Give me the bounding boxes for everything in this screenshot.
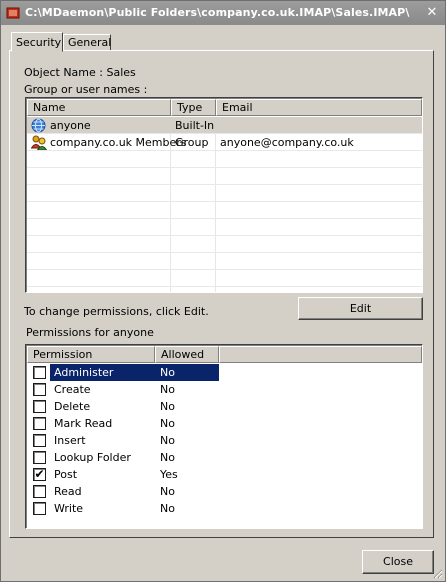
permission-checkbox[interactable] [33,434,46,447]
empty-row [27,219,422,236]
permission-row[interactable]: Insert No [27,432,219,449]
permission-row[interactable]: Write No [27,500,219,517]
tab-general[interactable]: General [63,34,111,51]
permission-row[interactable]: Create No [27,381,219,398]
resize-grip-icon[interactable] [431,567,443,579]
permission-checkbox[interactable]: ✔ [33,467,46,481]
title-bar[interactable]: C:\MDaemon\Public Folders\company.co.uk.… [1,1,445,25]
column-header-permission[interactable]: Permission [27,346,155,363]
permission-checkbox[interactable] [33,400,46,413]
permission-allowed: No [160,502,175,515]
empty-row [27,270,422,287]
permission-row[interactable]: Mark Read No [27,415,219,432]
user-type: Built-In [175,119,215,132]
permission-allowed: No [160,383,175,396]
user-email [216,117,220,134]
empty-row [27,151,422,168]
edit-hint: To change permissions, click Edit. [24,305,209,318]
permission-name: Create [54,383,91,396]
permission-allowed: No [160,417,175,430]
permission-checkbox[interactable] [33,502,46,515]
permission-name: Mark Read [54,417,113,430]
permission-checkbox[interactable] [33,451,46,464]
user-name: company.co.uk Members [50,136,187,149]
table-row[interactable]: company.co.uk Members Group anyone@compa… [27,134,422,151]
permission-name: Lookup Folder [54,451,131,464]
tab-general-label: General [68,36,112,49]
permissions-list[interactable]: Permission Allowed Administer No Create … [25,344,423,529]
column-header-filler [219,346,422,363]
column-header-email[interactable]: Email [216,99,422,116]
permission-name: Insert [54,434,86,447]
user-type: Group [175,136,209,149]
permission-allowed: No [160,400,175,413]
checkmark-icon: ✔ [34,467,45,481]
permission-name: Write [54,502,84,515]
folder-icon [6,7,20,19]
permission-allowed: No [160,451,175,464]
close-button[interactable]: Close [362,550,434,574]
column-header-type[interactable]: Type [171,99,216,116]
permissions-label: Permissions for anyone [26,326,154,339]
close-icon[interactable]: ✕ [423,4,441,22]
permission-checkbox[interactable] [33,383,46,396]
permission-row[interactable]: Administer No [27,364,219,381]
column-header-allowed[interactable]: Allowed [155,346,219,363]
permission-name: Delete [54,400,91,413]
permission-checkbox[interactable] [33,485,46,498]
empty-row [27,253,422,270]
empty-row [27,202,422,219]
permission-checkbox[interactable] [33,366,46,379]
permission-row[interactable]: Lookup Folder No [27,449,219,466]
group-label: Group or user names : [24,83,148,96]
table-row[interactable]: anyone Built-In [27,117,422,134]
permission-allowed: No [156,364,219,381]
permission-allowed: Yes [160,468,178,481]
security-panel: Object Name : Sales Group or user names … [9,50,434,538]
permission-name: Read [54,485,82,498]
user-email: anyone@company.co.uk [220,136,354,149]
group-icon [31,135,47,150]
permission-name: Post [54,468,78,481]
permission-checkbox[interactable] [33,417,46,430]
empty-row [27,236,422,253]
permission-row[interactable]: Read No [27,483,219,500]
user-name: anyone [50,119,91,132]
users-list[interactable]: Name Type Email anyone Built-In company.… [25,97,423,293]
permission-name: Administer [50,364,156,381]
tab-security-label: Security [16,36,62,49]
permission-allowed: No [160,434,175,447]
column-header-name[interactable]: Name [27,99,171,116]
empty-row [27,168,422,185]
window-title: C:\MDaemon\Public Folders\company.co.uk.… [25,6,410,19]
object-name-label: Object Name : Sales [24,66,136,79]
edit-button[interactable]: Edit [298,297,423,320]
permissions-dialog: C:\MDaemon\Public Folders\company.co.uk.… [0,0,446,582]
permission-row[interactable]: ✔ Post Yes [27,466,219,483]
permission-allowed: No [160,485,175,498]
empty-row [27,185,422,202]
tab-security[interactable]: Security [11,32,63,52]
globe-icon [31,118,46,133]
permission-row[interactable]: Delete No [27,398,219,415]
